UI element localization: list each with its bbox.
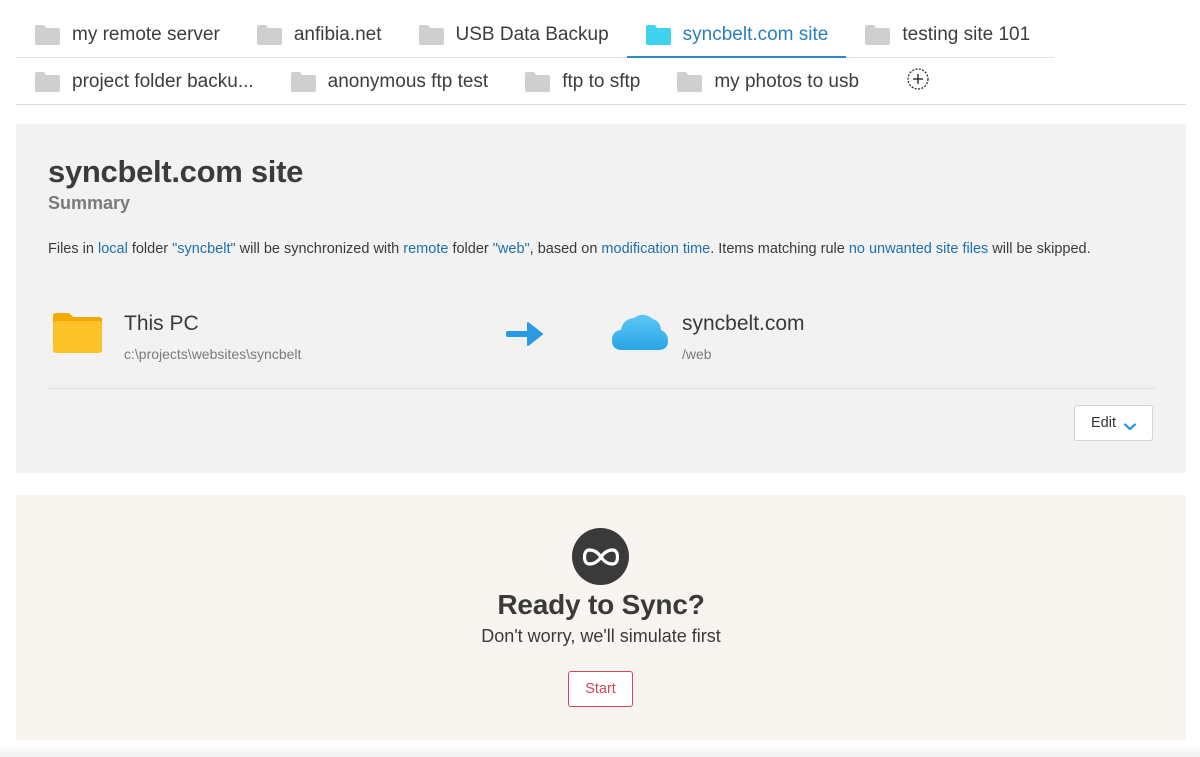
folder-icon: [418, 24, 444, 45]
sync-description: Files in local folder "syncbelt" will be…: [48, 238, 1138, 260]
local-link[interactable]: local: [98, 241, 128, 257]
tab-label: syncbelt.com site: [682, 23, 829, 45]
desc-text: folder: [448, 241, 493, 257]
remote-endpoint: syncbelt.com /web: [610, 308, 805, 362]
tab-bar-row-1: my remote server anfibia.net USB Data Ba…: [16, 12, 1054, 58]
compare-method-link[interactable]: modification time: [601, 241, 710, 257]
tab-bar-row-2: project folder backu... anonymous ftp te…: [16, 59, 1186, 105]
desc-text: . Items matching rule: [710, 241, 849, 257]
filter-rule-link[interactable]: no unwanted site files: [849, 241, 988, 257]
folder-icon: [290, 71, 316, 92]
divider: [48, 388, 1154, 389]
tab-project-folder-backup[interactable]: project folder backu...: [16, 59, 272, 104]
edit-button[interactable]: Edit: [1074, 405, 1153, 441]
tab-my-remote-server[interactable]: my remote server: [16, 12, 238, 57]
chevron-down-icon: [1123, 419, 1137, 431]
tab-label: my remote server: [72, 23, 220, 45]
tab-label: project folder backu...: [72, 70, 254, 92]
remote-path: /web: [682, 346, 712, 362]
tab-label: testing site 101: [902, 23, 1031, 45]
remote-folder-link[interactable]: "web": [493, 241, 530, 257]
folder-icon: [525, 71, 551, 92]
desc-text: Files in: [48, 241, 98, 257]
tab-usb-data-backup[interactable]: USB Data Backup: [400, 12, 627, 57]
folder-icon: [35, 71, 60, 92]
tab-label: anonymous ftp test: [327, 70, 489, 92]
tab-syncbelt-com-site[interactable]: syncbelt.com site: [626, 12, 847, 58]
folder-icon: [256, 24, 282, 45]
summary-subtitle: Summary: [48, 193, 131, 213]
tab-label: anfibia.net: [293, 23, 382, 45]
arrow-right-icon: [504, 320, 546, 348]
remote-name: syncbelt.com: [682, 312, 805, 335]
folder-icon: [645, 24, 671, 45]
ready-title: Ready to Sync?: [497, 589, 705, 620]
desc-text: folder: [127, 241, 173, 257]
local-name: This PC: [124, 312, 199, 335]
local-path: c:\projects\websites\syncbelt: [124, 346, 302, 362]
tab-testing-site-101[interactable]: testing site 101: [846, 12, 1048, 57]
local-folder-link[interactable]: "syncbelt": [172, 241, 236, 257]
edit-label: Edit: [1091, 415, 1116, 431]
desc-text: , based on: [529, 241, 602, 257]
summary-panel: syncbelt.com site Summary Files in local…: [16, 124, 1186, 473]
folder-icon: [52, 308, 112, 360]
tab-anonymous-ftp-test[interactable]: anonymous ftp test: [272, 59, 507, 104]
start-button[interactable]: Start: [568, 671, 633, 707]
remote-link[interactable]: remote: [403, 241, 448, 257]
plus-circle-icon: [907, 68, 929, 95]
local-endpoint: This PC c:\projects\websites\syncbelt: [52, 308, 301, 362]
desc-text: will be synchronized with: [235, 241, 404, 257]
bottom-edge: [0, 745, 1200, 757]
tab-anfibia-net[interactable]: anfibia.net: [238, 12, 400, 57]
cloud-icon: [610, 308, 670, 360]
tab-ftp-to-sftp[interactable]: ftp to sftp: [506, 59, 658, 104]
tab-label: ftp to sftp: [562, 70, 641, 92]
folder-icon: [677, 71, 703, 92]
ready-subtitle: Don't worry, we'll simulate first: [481, 626, 721, 646]
folder-icon: [865, 24, 891, 45]
tab-my-photos-to-usb[interactable]: my photos to usb: [658, 59, 877, 104]
infinity-icon: [572, 528, 629, 585]
site-title: syncbelt.com site: [48, 154, 304, 189]
desc-text: will be skipped.: [988, 241, 1091, 257]
folder-icon: [35, 24, 60, 45]
add-tab-button[interactable]: [877, 59, 929, 104]
tab-label: USB Data Backup: [455, 23, 609, 45]
tab-label: my photos to usb: [714, 70, 860, 92]
ready-panel: Ready to Sync? Don't worry, we'll simula…: [16, 495, 1186, 740]
